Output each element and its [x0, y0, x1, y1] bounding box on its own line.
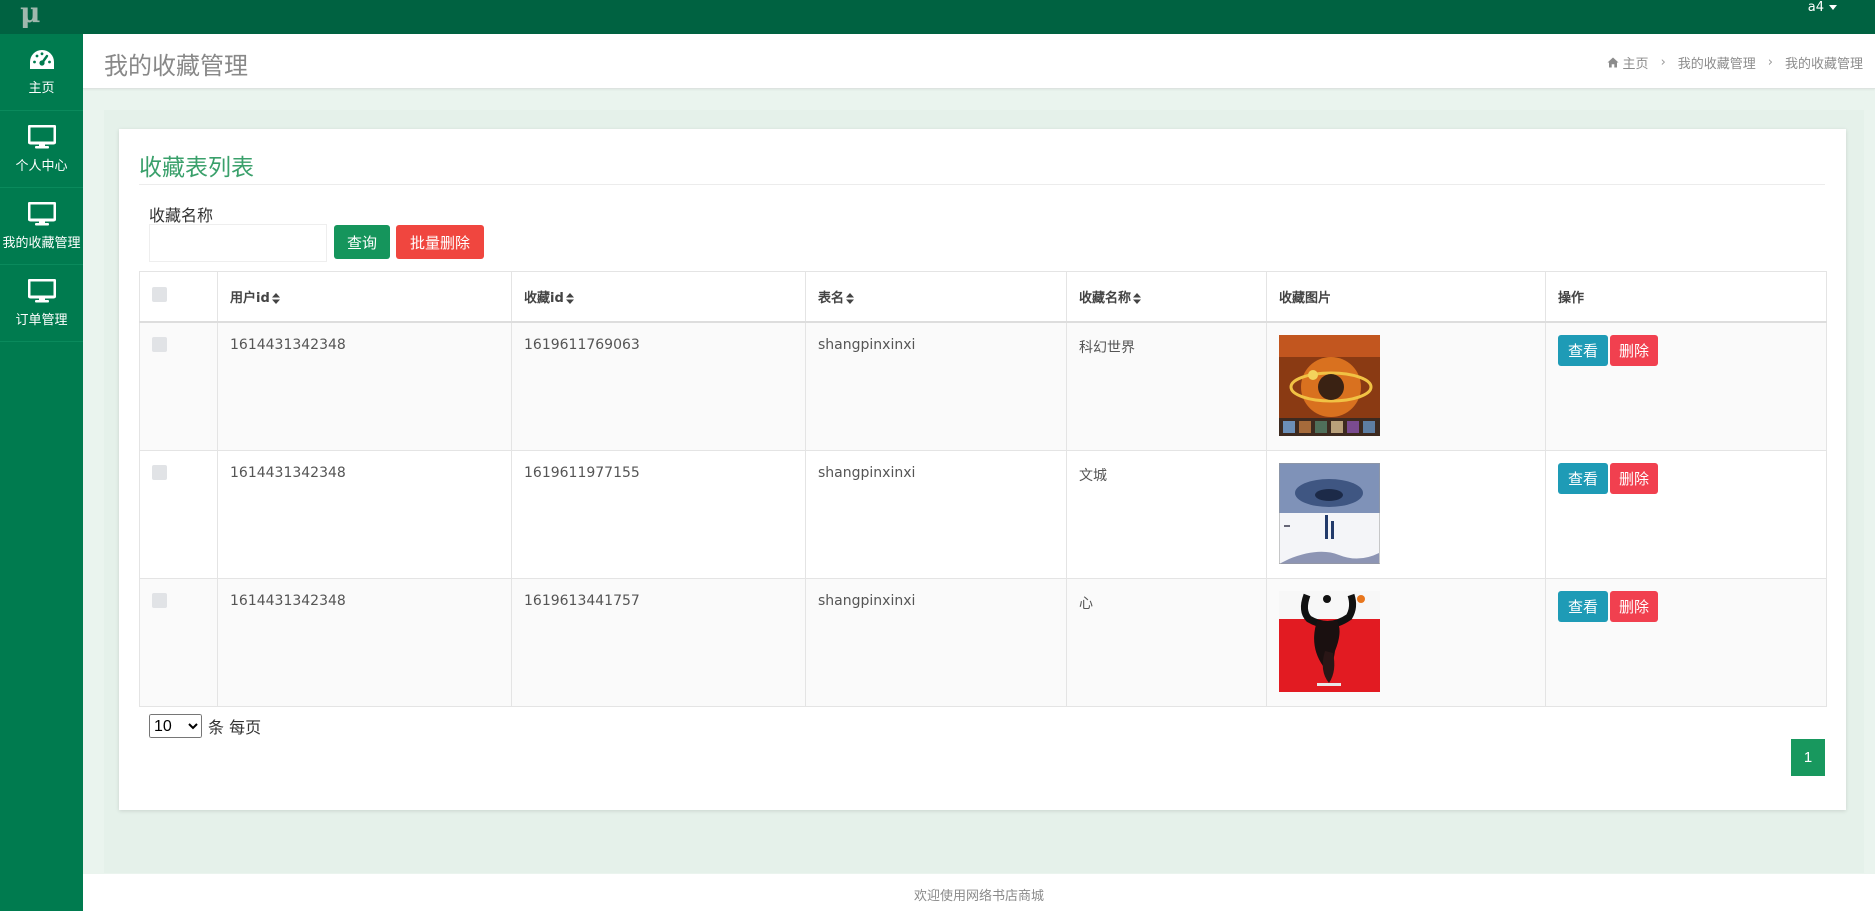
page-size-control: 10203050 条 每页 — [149, 714, 261, 738]
book-cover-image — [1279, 462, 1380, 564]
sidebar-item-label: 订单管理 — [15, 312, 68, 328]
cell-actions: 查看 删除 — [1545, 321, 1827, 451]
breadcrumb-item[interactable]: 我的收藏管理 — [1678, 53, 1756, 72]
sidebar-item-label: 主页 — [28, 80, 55, 96]
footer-text: 欢迎使用网络书店商城 — [913, 889, 1044, 904]
query-button[interactable]: 查询 — [334, 225, 390, 259]
page-header: 我的收藏管理 主页 › 我的收藏管理 › 我的收藏管理 — [83, 34, 1875, 89]
cell-table-name: shangpinxinxi — [805, 449, 1067, 579]
sort-icon — [1133, 292, 1142, 304]
column-header-table-name[interactable]: 表名 — [805, 271, 1067, 323]
select-all-checkbox[interactable] — [152, 286, 167, 302]
caret-down-icon — [1829, 4, 1837, 10]
column-header-fav-name[interactable]: 收藏名称 — [1066, 271, 1267, 323]
batch-delete-button[interactable]: 批量删除 — [396, 225, 484, 259]
chevron-right-icon: › — [1660, 55, 1666, 70]
dashboard-icon — [29, 49, 54, 69]
monitor-icon — [27, 278, 56, 302]
brand-logo: μ — [20, 0, 41, 29]
sidebar-item-label: 我的收藏管理 — [2, 235, 81, 251]
book-cover-image — [1279, 334, 1380, 436]
breadcrumb-current: 我的收藏管理 — [1784, 57, 1863, 72]
row-checkbox[interactable] — [152, 592, 167, 608]
cell-table-name: shangpinxinxi — [805, 577, 1067, 707]
breadcrumb-home[interactable]: 主页 — [1623, 53, 1649, 72]
page-number-button[interactable]: 1 — [1791, 739, 1825, 776]
delete-button[interactable]: 删除 — [1610, 334, 1658, 366]
cell-user-id: 1614431342348 — [217, 577, 512, 707]
column-header-actions: 操作 — [1545, 271, 1827, 323]
table-row: 1614431342348 1619613441757 shangpinxinx… — [139, 577, 1827, 707]
cell-fav-image — [1266, 577, 1546, 707]
monitor-icon — [27, 124, 56, 148]
cell-fav-image — [1266, 449, 1546, 579]
view-button[interactable]: 查看 — [1558, 334, 1608, 366]
column-header-user-id[interactable]: 用户id — [217, 271, 512, 323]
top-bar: μ a4 — [0, 0, 1875, 34]
table-header-row: 用户id 收藏id 表名 收藏名称 收藏图片 操作 — [139, 271, 1827, 323]
sort-icon — [271, 292, 280, 304]
cell-fav-id: 1619611769063 — [511, 321, 806, 451]
sort-icon — [565, 292, 574, 304]
cell-fav-name: 心 — [1066, 577, 1267, 707]
page-size-suffix: 条 每页 — [208, 718, 262, 737]
cell-fav-name: 文城 — [1066, 449, 1267, 579]
user-name: a4 — [1807, 0, 1824, 15]
cell-actions: 查看 删除 — [1545, 449, 1827, 579]
row-checkbox[interactable] — [152, 336, 167, 352]
sidebar-item-label: 个人中心 — [15, 158, 68, 174]
table-row: 1614431342348 1619611977155 shangpinxinx… — [139, 449, 1827, 579]
sidebar: 主页 个人中心 我的收藏管理 订单管理 — [0, 34, 83, 911]
view-button[interactable]: 查看 — [1558, 590, 1608, 622]
search-label: 收藏名称 — [149, 206, 214, 225]
select-all-cell — [139, 271, 218, 323]
sidebar-item-personal-center[interactable]: 个人中心 — [0, 111, 83, 188]
column-header-fav-id[interactable]: 收藏id — [511, 271, 806, 323]
delete-button[interactable]: 删除 — [1610, 590, 1658, 622]
sidebar-item-favorites[interactable]: 我的收藏管理 — [0, 188, 83, 265]
row-checkbox[interactable] — [152, 464, 167, 480]
search-input[interactable] — [149, 224, 327, 262]
user-menu[interactable]: a4 — [1807, 0, 1837, 15]
home-icon — [1607, 57, 1619, 68]
view-button[interactable]: 查看 — [1558, 462, 1608, 494]
cell-fav-name: 科幻世界 — [1066, 321, 1267, 451]
cell-fav-id: 1619613441757 — [511, 577, 806, 707]
cell-actions: 查看 删除 — [1545, 577, 1827, 707]
cell-fav-id: 1619611977155 — [511, 449, 806, 579]
delete-button[interactable]: 删除 — [1610, 462, 1658, 494]
sort-icon — [846, 292, 855, 304]
cell-fav-image — [1266, 321, 1546, 451]
breadcrumb: 主页 › 我的收藏管理 › 我的收藏管理 — [1607, 53, 1863, 72]
favorites-card: 收藏表列表 收藏名称 查询 批量删除 用户id 收藏id 表名 收藏名称 收藏图… — [119, 129, 1846, 810]
divider — [139, 184, 1825, 185]
card-title: 收藏表列表 — [139, 155, 254, 181]
sidebar-item-home[interactable]: 主页 — [0, 34, 83, 111]
column-header-fav-image: 收藏图片 — [1266, 271, 1546, 323]
page-title: 我的收藏管理 — [104, 52, 248, 80]
favorites-table: 用户id 收藏id 表名 收藏名称 收藏图片 操作 1614431342348 … — [139, 271, 1827, 707]
monitor-icon — [27, 201, 56, 225]
cell-user-id: 1614431342348 — [217, 449, 512, 579]
footer: 欢迎使用网络书店商城 — [83, 874, 1875, 911]
chevron-right-icon: › — [1767, 55, 1773, 70]
page-size-select[interactable]: 10203050 — [149, 714, 202, 738]
cell-user-id: 1614431342348 — [217, 321, 512, 451]
sidebar-item-orders[interactable]: 订单管理 — [0, 265, 83, 342]
table-row: 1614431342348 1619611769063 shangpinxinx… — [139, 321, 1827, 451]
cell-table-name: shangpinxinxi — [805, 321, 1067, 451]
book-cover-image — [1279, 590, 1380, 692]
